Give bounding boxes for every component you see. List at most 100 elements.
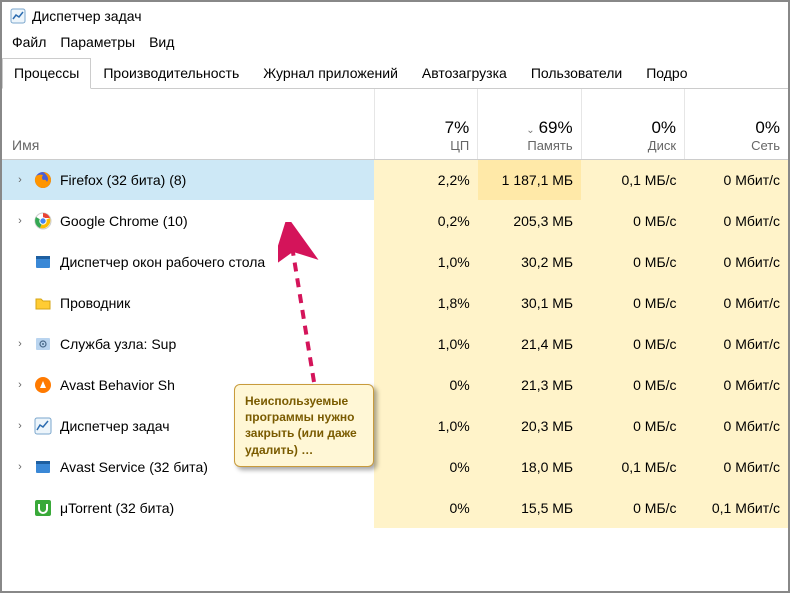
process-name: Google Chrome (10) bbox=[60, 213, 188, 229]
process-name: Avast Behavior Sh bbox=[60, 377, 175, 393]
cpu-cell: 1,0% bbox=[374, 241, 477, 282]
memory-cell: 15,5 МБ bbox=[478, 487, 581, 528]
process-name: Диспетчер задач bbox=[60, 418, 170, 434]
memory-cell: 18,0 МБ bbox=[478, 446, 581, 487]
annotation-text: Неиспользуемые программы нужно закрыть (… bbox=[245, 394, 357, 457]
cpu-cell: 0% bbox=[374, 364, 477, 405]
tab-processes[interactable]: Процессы bbox=[2, 58, 91, 89]
table-row[interactable]: › Firefox (32 бита) (8) 2,2%1 187,1 МБ0,1 … bbox=[2, 159, 788, 200]
disk-cell: 0,1 МБ/с bbox=[581, 446, 684, 487]
disk-label: Диск bbox=[590, 138, 676, 153]
table-row[interactable]: › Avast Service (32 бита) 0%18,0 МБ0,1 МБ/… bbox=[2, 446, 788, 487]
taskmgr-icon bbox=[34, 417, 52, 435]
network-cell: 0 Мбит/с bbox=[685, 200, 788, 241]
menu-view[interactable]: Вид bbox=[149, 34, 174, 50]
column-header-network[interactable]: 0% Сеть bbox=[685, 89, 788, 159]
memory-cell: 30,2 МБ bbox=[478, 241, 581, 282]
expand-chevron-icon[interactable]: › bbox=[14, 174, 26, 186]
memory-cell: 20,3 МБ bbox=[478, 405, 581, 446]
network-label: Сеть bbox=[693, 138, 780, 153]
menubar: Файл Параметры Вид bbox=[2, 30, 788, 58]
network-usage-percent: 0% bbox=[693, 118, 780, 138]
process-name: Диспетчер окон рабочего стола bbox=[60, 254, 265, 270]
memory-cell: 205,3 МБ bbox=[478, 200, 581, 241]
cpu-cell: 2,2% bbox=[374, 159, 477, 200]
network-cell: 0 Мбит/с bbox=[685, 159, 788, 200]
tab-startup[interactable]: Автозагрузка bbox=[410, 58, 519, 88]
column-header-cpu[interactable]: 7% ЦП bbox=[374, 89, 477, 159]
titlebar: Диспетчер задач bbox=[2, 2, 788, 30]
process-name: μTorrent (32 бита) bbox=[60, 500, 174, 516]
table-row[interactable]: › Диспетчер задач 1,0%20,3 МБ0 МБ/с0 Мбит/… bbox=[2, 405, 788, 446]
tabs: Процессы Производительность Журнал прило… bbox=[2, 58, 788, 89]
disk-cell: 0 МБ/с bbox=[581, 200, 684, 241]
memory-cell: 1 187,1 МБ bbox=[478, 159, 581, 200]
column-header-disk[interactable]: 0% Диск bbox=[581, 89, 684, 159]
table-row[interactable]: μTorrent (32 бита) 0%15,5 МБ0 МБ/с0,1 Мби… bbox=[2, 487, 788, 528]
taskmgr-app-icon bbox=[10, 8, 26, 24]
network-cell: 0 Мбит/с bbox=[685, 323, 788, 364]
network-cell: 0 Мбит/с bbox=[685, 364, 788, 405]
cpu-cell: 1,8% bbox=[374, 282, 477, 323]
expand-chevron-icon[interactable]: › bbox=[14, 420, 26, 432]
disk-cell: 0 МБ/с bbox=[581, 364, 684, 405]
svchost-icon bbox=[34, 335, 52, 353]
menu-file[interactable]: Файл bbox=[12, 34, 46, 50]
cpu-label: ЦП bbox=[383, 138, 469, 153]
network-cell: 0,1 Мбит/с bbox=[685, 487, 788, 528]
memory-label: Память bbox=[486, 138, 572, 153]
table-row[interactable]: › Google Chrome (10) 0,2%205,3 МБ0 МБ/с0 М… bbox=[2, 200, 788, 241]
memory-cell: 30,1 МБ bbox=[478, 282, 581, 323]
memory-cell: 21,3 МБ bbox=[478, 364, 581, 405]
expand-chevron-icon[interactable]: › bbox=[14, 338, 26, 350]
expand-chevron-icon[interactable]: › bbox=[14, 461, 26, 473]
table-row[interactable]: › Avast Behavior Sh 0%21,3 МБ0 МБ/с0 Мбит/… bbox=[2, 364, 788, 405]
cpu-cell: 1,0% bbox=[374, 323, 477, 364]
disk-cell: 0 МБ/с bbox=[581, 487, 684, 528]
cpu-cell: 0% bbox=[374, 446, 477, 487]
disk-cell: 0 МБ/с bbox=[581, 405, 684, 446]
dwm-icon bbox=[34, 253, 52, 271]
disk-cell: 0,1 МБ/с bbox=[581, 159, 684, 200]
network-cell: 0 Мбит/с bbox=[685, 241, 788, 282]
cpu-cell: 1,0% bbox=[374, 405, 477, 446]
tab-apphistory[interactable]: Журнал приложений bbox=[251, 58, 410, 88]
table-row[interactable]: › Служба узла: Sup 1,0%21,4 МБ0 МБ/с0 Мбит… bbox=[2, 323, 788, 364]
process-name: Служба узла: Sup bbox=[60, 336, 176, 352]
tab-details[interactable]: Подро bbox=[634, 58, 699, 88]
column-header-memory[interactable]: ⌄ 69% Память bbox=[478, 89, 581, 159]
column-header-name[interactable]: Имя bbox=[2, 89, 374, 159]
network-cell: 0 Мбит/с bbox=[685, 446, 788, 487]
expand-chevron-icon[interactable]: › bbox=[14, 379, 26, 391]
memory-cell: 21,4 МБ bbox=[478, 323, 581, 364]
table-row[interactable]: Диспетчер окон рабочего стола 1,0%30,2 МБ… bbox=[2, 241, 788, 282]
network-cell: 0 Мбит/с bbox=[685, 405, 788, 446]
cpu-cell: 0,2% bbox=[374, 200, 477, 241]
process-name: Firefox (32 бита) (8) bbox=[60, 172, 186, 188]
memory-usage-percent: 69% bbox=[539, 118, 573, 137]
cpu-cell: 0% bbox=[374, 487, 477, 528]
process-table: Имя 7% ЦП ⌄ 69% Память 0% Диск 0% Сеть › F… bbox=[2, 89, 788, 528]
avastsvc-icon bbox=[34, 458, 52, 476]
tab-performance[interactable]: Производительность bbox=[91, 58, 251, 88]
tab-users[interactable]: Пользователи bbox=[519, 58, 634, 88]
disk-cell: 0 МБ/с bbox=[581, 323, 684, 364]
disk-cell: 0 МБ/с bbox=[581, 282, 684, 323]
process-name: Проводник bbox=[60, 295, 130, 311]
avast-icon bbox=[34, 376, 52, 394]
firefox-icon bbox=[34, 171, 52, 189]
window-title: Диспетчер задач bbox=[32, 8, 142, 24]
network-cell: 0 Мбит/с bbox=[685, 282, 788, 323]
cpu-usage-percent: 7% bbox=[383, 118, 469, 138]
sort-indicator-icon: ⌄ bbox=[526, 125, 534, 136]
annotation-callout: Неиспользуемые программы нужно закрыть (… bbox=[234, 384, 374, 467]
disk-usage-percent: 0% bbox=[590, 118, 676, 138]
expand-chevron-icon[interactable]: › bbox=[14, 215, 26, 227]
process-name: Avast Service (32 бита) bbox=[60, 459, 208, 475]
menu-options[interactable]: Параметры bbox=[60, 34, 135, 50]
table-row[interactable]: Проводник 1,8%30,1 МБ0 МБ/с0 Мбит/с bbox=[2, 282, 788, 323]
explorer-icon bbox=[34, 294, 52, 312]
chrome-icon bbox=[34, 212, 52, 230]
utorrent-icon bbox=[34, 499, 52, 517]
disk-cell: 0 МБ/с bbox=[581, 241, 684, 282]
